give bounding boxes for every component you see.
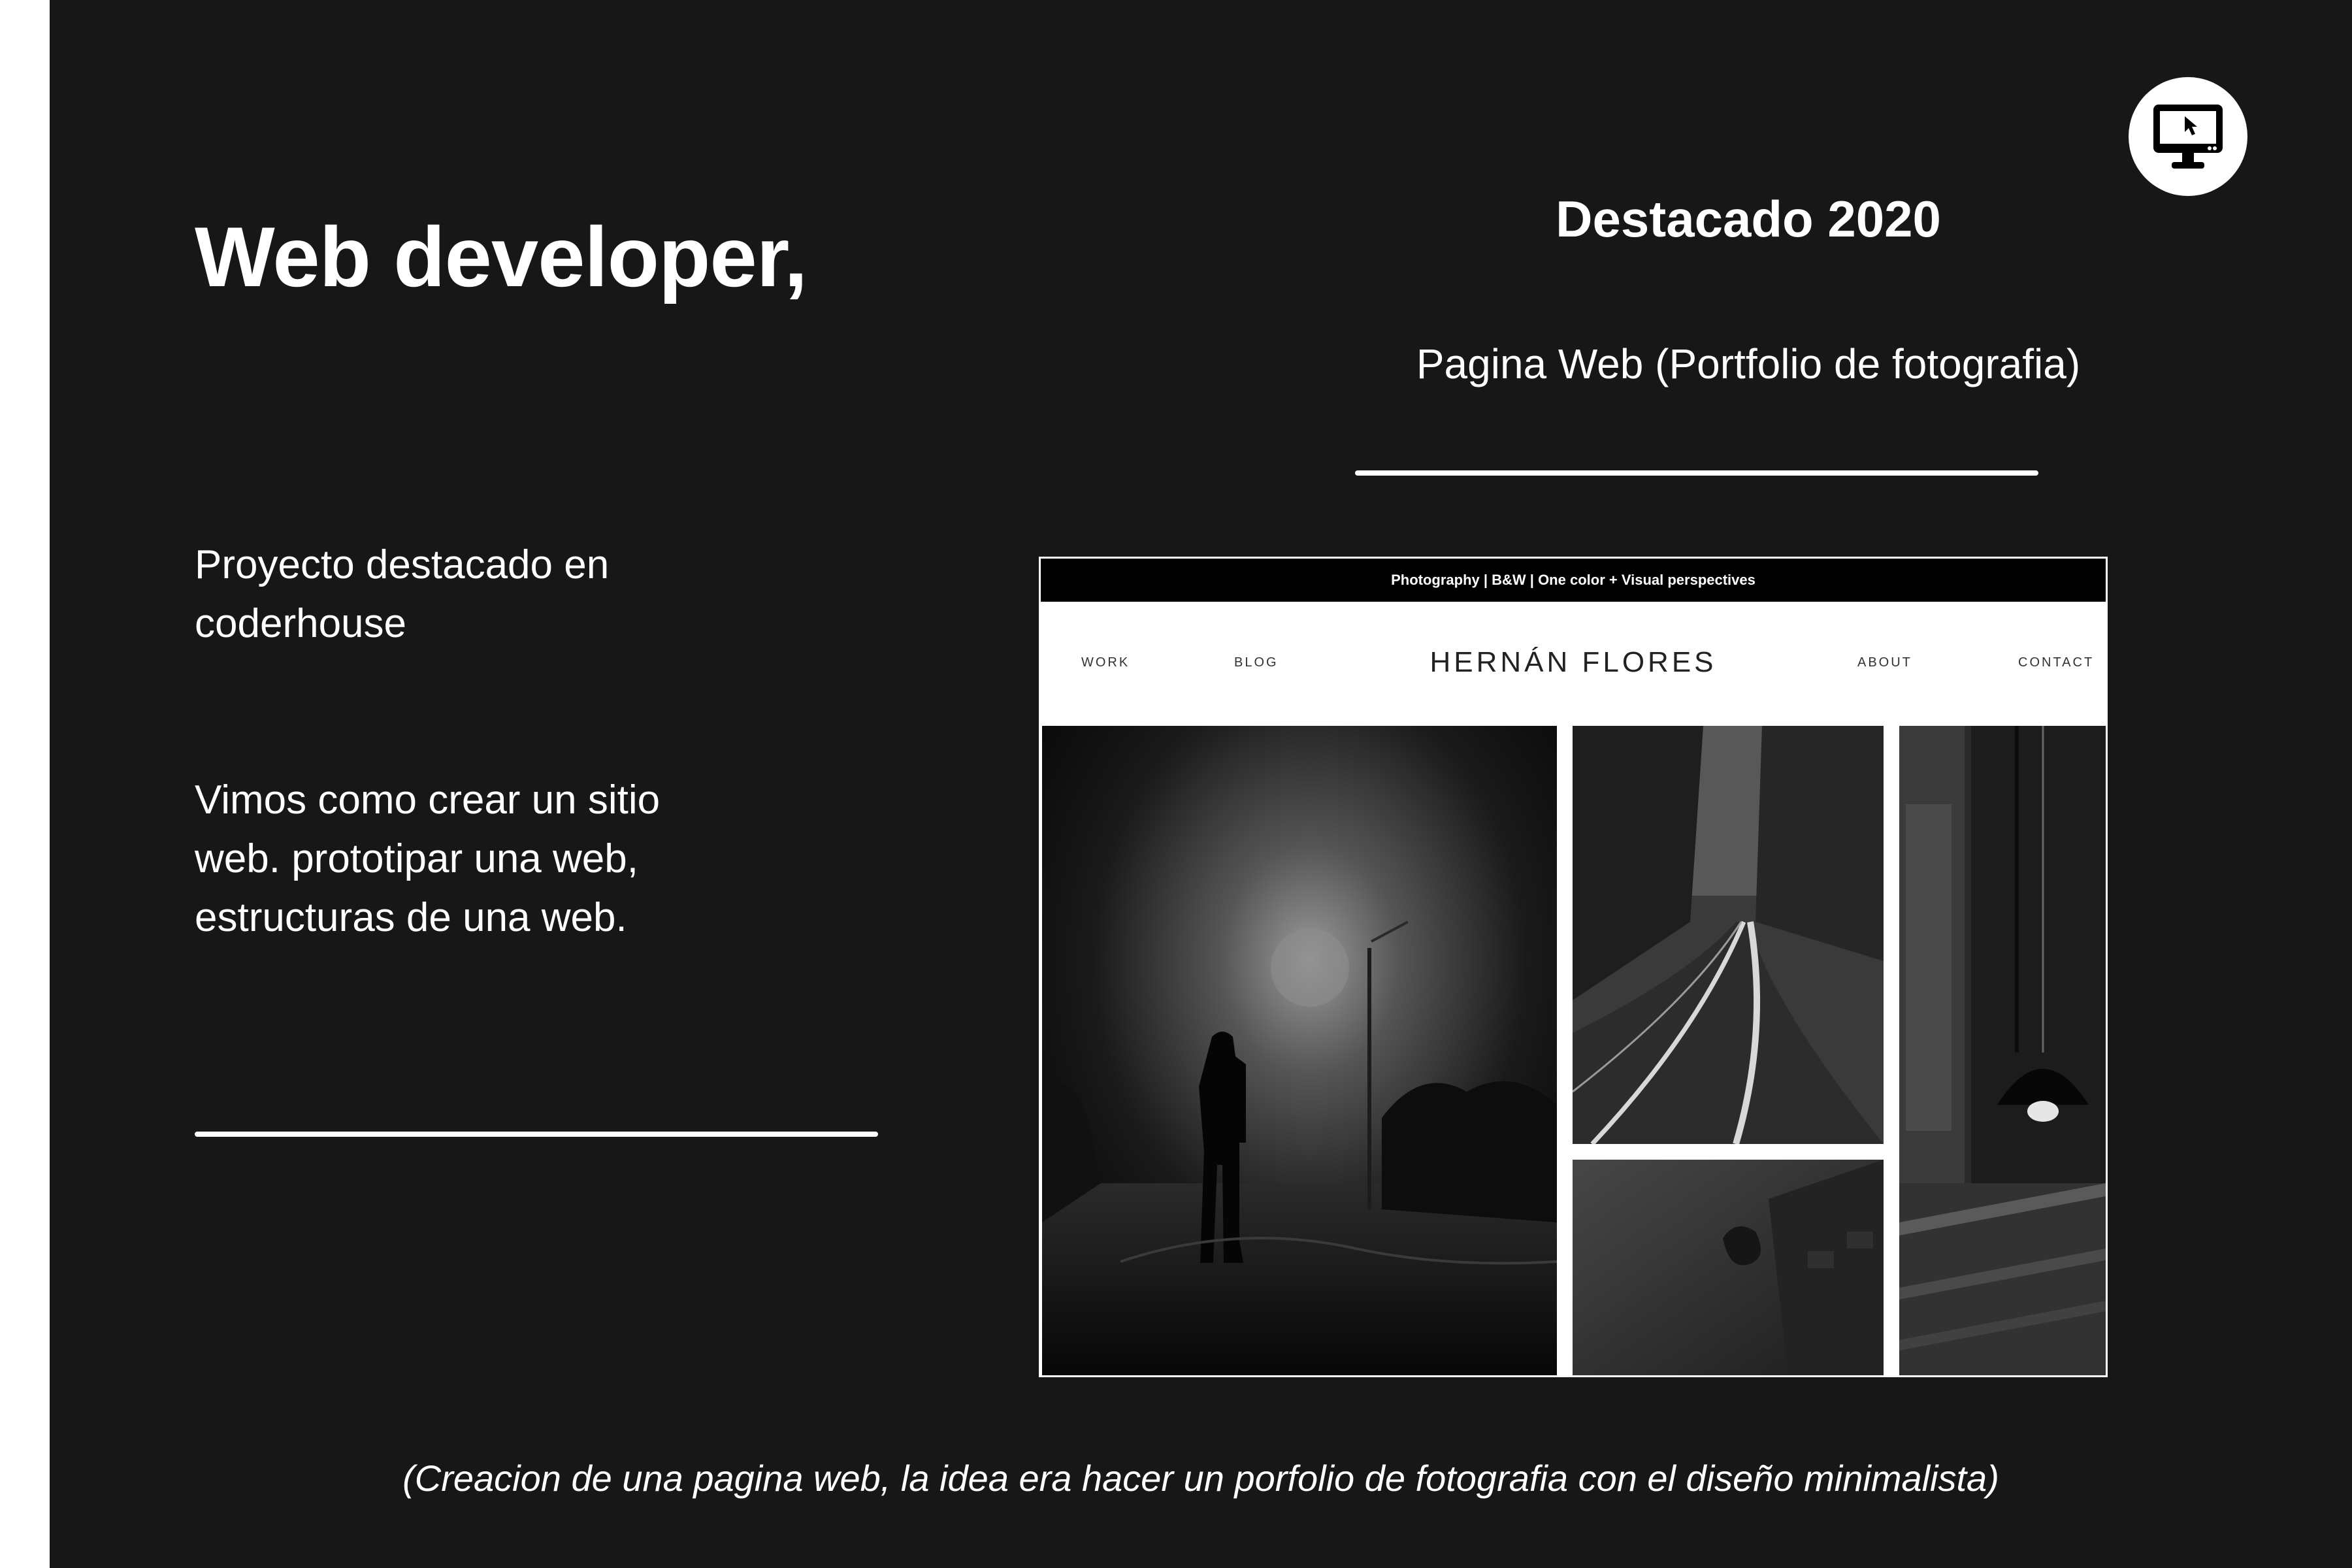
nav-work[interactable]: WORK	[1081, 602, 1130, 723]
presentation-slide: Web developer, Proyecto destacado en cod…	[50, 0, 2352, 1568]
monitor-cursor-icon	[2153, 105, 2223, 169]
description-line: estructuras de una web.	[195, 895, 627, 940]
featured-heading: Destacado 2020	[1556, 190, 1941, 248]
photo-window-lamp[interactable]	[1899, 726, 2106, 1375]
page-title: Web developer,	[195, 209, 808, 304]
photo-building[interactable]	[1573, 1160, 1884, 1375]
nav-contact[interactable]: CONTACT	[2018, 602, 2094, 723]
right-divider	[1355, 470, 2038, 476]
nav-about[interactable]: ABOUT	[1857, 602, 1912, 723]
description-line: Proyecto destacado en	[195, 542, 610, 587]
site-navbar: HERNÁN FLORES WORK BLOG ABOUT CONTACT	[1041, 602, 2106, 723]
site-top-bar: Photography | B&W | One color + Visual p…	[1041, 559, 2106, 602]
description-line: coderhouse	[195, 601, 407, 646]
footer-caption: (Creacion de una pagina web, la idea era…	[402, 1458, 1999, 1499]
monitor-button[interactable]	[2129, 77, 2247, 196]
nav-blog[interactable]: BLOG	[1234, 602, 1279, 723]
project-description: Proyecto destacado en coderhouse	[195, 536, 783, 653]
website-screenshot: Photography | B&W | One color + Visual p…	[1039, 557, 2108, 1377]
photo-silhouette[interactable]	[1042, 726, 1557, 1375]
photo-road[interactable]	[1573, 726, 1884, 1144]
description-line: Vimos como crear un sitio	[195, 777, 661, 823]
description-line: web. prototipar una web,	[195, 836, 638, 881]
left-divider	[195, 1132, 878, 1137]
project-subtitle: Pagina Web (Portfolio de fotografia)	[1416, 340, 2081, 387]
site-brand[interactable]: HERNÁN FLORES	[1041, 602, 2106, 723]
learning-description: Vimos como crear un sitio web. prototipa…	[195, 771, 783, 947]
